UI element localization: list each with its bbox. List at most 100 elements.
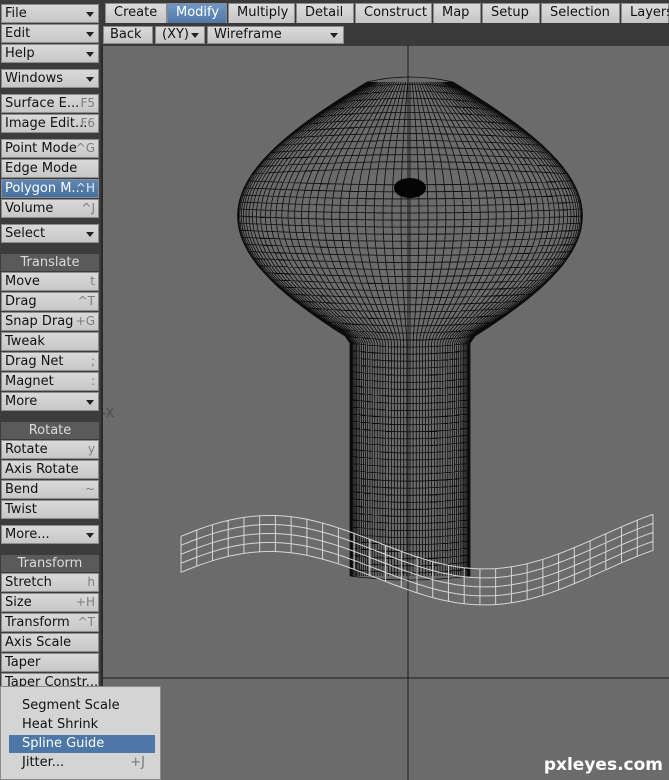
- more-translate-button[interactable]: More: [1, 392, 99, 411]
- more-label: More: [5, 394, 38, 409]
- tab-construct[interactable]: Construct: [355, 3, 432, 23]
- shortcut-label: :: [90, 374, 95, 388]
- polygon-mode-button[interactable]: Polygon M... ^H: [1, 179, 99, 198]
- shortcut-label: ^J: [81, 201, 95, 215]
- windows-label: Windows: [5, 71, 64, 86]
- image-editor-label: Image Edit...: [5, 116, 88, 131]
- rotate-header: Rotate: [1, 422, 99, 439]
- tab-setup[interactable]: Setup: [482, 3, 540, 23]
- surface-editor-button[interactable]: Surface E... F5: [1, 94, 99, 113]
- taper-button[interactable]: Taper: [1, 653, 99, 672]
- tab-create[interactable]: Create: [105, 3, 167, 23]
- menu-item-label: Heat Shrink: [22, 717, 99, 732]
- axis-scale-button[interactable]: Axis Scale: [1, 633, 99, 652]
- shortcut-label: h: [87, 575, 95, 589]
- volume-mode-button[interactable]: Volume ^J: [1, 199, 99, 218]
- file-menu-button[interactable]: File: [1, 4, 99, 23]
- rotate-label: Rotate: [5, 442, 48, 457]
- menu-item-segment-scale[interactable]: Segment Scale: [9, 697, 155, 715]
- help-label: Help: [5, 46, 35, 61]
- rotate-button[interactable]: Rotate y: [1, 440, 99, 459]
- tab-detail[interactable]: Detail: [296, 3, 354, 23]
- move-label: Move: [5, 274, 40, 289]
- edit-label: Edit: [5, 26, 31, 41]
- bend-button[interactable]: Bend ~: [1, 480, 99, 499]
- tab-map[interactable]: Map: [433, 3, 481, 23]
- tab-layers[interactable]: Layers: [621, 3, 669, 23]
- transform-button[interactable]: Transform ^T: [1, 613, 99, 632]
- tab-modify[interactable]: Modify: [167, 3, 227, 23]
- tool-sidebar: File Edit Help Windows Surface E... F5 Im…: [0, 0, 101, 780]
- drag-net-label: Drag Net: [5, 354, 64, 369]
- edge-mode-label: Edge Mode: [5, 161, 78, 176]
- size-label: Size: [5, 595, 32, 610]
- menu-item-label: Jitter...: [22, 755, 65, 770]
- chevron-down-icon: [330, 33, 338, 38]
- tweak-label: Tweak: [5, 334, 45, 349]
- windows-menu-button[interactable]: Windows: [1, 69, 99, 88]
- size-button[interactable]: Size +H: [1, 593, 99, 612]
- shortcut-label: t: [90, 274, 95, 288]
- move-button[interactable]: Move t: [1, 272, 99, 291]
- chevron-down-icon: [86, 400, 94, 405]
- chevron-down-icon: [86, 533, 94, 538]
- axis-rotate-button[interactable]: Axis Rotate: [1, 460, 99, 479]
- bend-label: Bend: [5, 482, 39, 497]
- spline-tube-mesh: [180, 513, 654, 606]
- stretch-button[interactable]: Stretch h: [1, 573, 99, 592]
- select-menu-button[interactable]: Select: [1, 224, 99, 243]
- shortcut-label: ~: [84, 482, 95, 496]
- twist-button[interactable]: Twist: [1, 500, 99, 519]
- drag-label: Drag: [5, 294, 37, 309]
- drag-button[interactable]: Drag ^T: [1, 292, 99, 311]
- twist-label: Twist: [5, 502, 37, 517]
- drag-net-button[interactable]: Drag Net;: [1, 352, 99, 371]
- snap-drag-button[interactable]: Snap Drag +G: [1, 312, 99, 331]
- menu-item-heat-shrink[interactable]: Heat Shrink: [9, 716, 155, 734]
- shortcut-label: ^H: [75, 181, 95, 195]
- viewport-header: Back (XY) Wireframe: [101, 24, 669, 46]
- watermark-text: pxleyes.com: [543, 755, 663, 775]
- render-mode-dropdown[interactable]: Wireframe: [207, 26, 344, 44]
- menu-item-label: Segment Scale: [22, 698, 120, 713]
- tab-multiply[interactable]: Multiply: [228, 3, 295, 23]
- point-mode-button[interactable]: Point Mode ^G: [1, 139, 99, 158]
- view-axis-dropdown[interactable]: (XY): [155, 26, 205, 44]
- chevron-down-icon: [86, 32, 94, 37]
- menu-item-spline-guide[interactable]: Spline Guide: [9, 735, 155, 753]
- image-editor-button[interactable]: Image Edit... F6: [1, 114, 99, 133]
- surface-editor-label: Surface E...: [5, 96, 80, 111]
- volume-label: Volume: [5, 201, 54, 216]
- polygon-mode-label: Polygon M...: [5, 181, 84, 196]
- tab-selection[interactable]: Selection: [541, 3, 620, 23]
- view-name-label[interactable]: Back: [103, 26, 153, 44]
- edge-mode-button[interactable]: Edge Mode: [1, 159, 99, 178]
- shortcut-label: ;: [90, 354, 95, 368]
- snap-drag-label: Snap Drag: [5, 314, 74, 329]
- magnet-label: Magnet: [5, 374, 54, 389]
- more-label: More...: [5, 527, 50, 542]
- wireframe-canvas: [103, 46, 669, 780]
- magnet-button[interactable]: Magnet:: [1, 372, 99, 391]
- wireframe-mesh: [237, 76, 583, 581]
- menu-item-label: Spline Guide: [22, 736, 105, 751]
- axis-scale-label: Axis Scale: [5, 635, 72, 650]
- 3d-viewport[interactable]: -X: [103, 46, 669, 780]
- shortcut-label: ^G: [75, 141, 95, 155]
- shortcut-label: +H: [75, 595, 95, 609]
- transform-header: Transform: [1, 555, 99, 572]
- tweak-button[interactable]: Tweak: [1, 332, 99, 351]
- shortcut-label: ^T: [77, 294, 95, 308]
- shortcut-label: F6: [80, 116, 95, 130]
- mesh-lines: [237, 76, 583, 581]
- shortcut-label: ^T: [77, 615, 95, 629]
- chevron-down-icon: [86, 232, 94, 237]
- help-menu-button[interactable]: Help: [1, 44, 99, 63]
- shortcut-label: F5: [80, 96, 95, 110]
- translate-header: Translate: [1, 254, 99, 271]
- edit-menu-button[interactable]: Edit: [1, 24, 99, 43]
- menu-item-jitter[interactable]: Jitter... +J: [9, 754, 155, 772]
- shortcut-label: y: [87, 442, 95, 456]
- axis-label: (XY): [162, 27, 189, 42]
- more-rotate-button[interactable]: More...: [1, 525, 99, 544]
